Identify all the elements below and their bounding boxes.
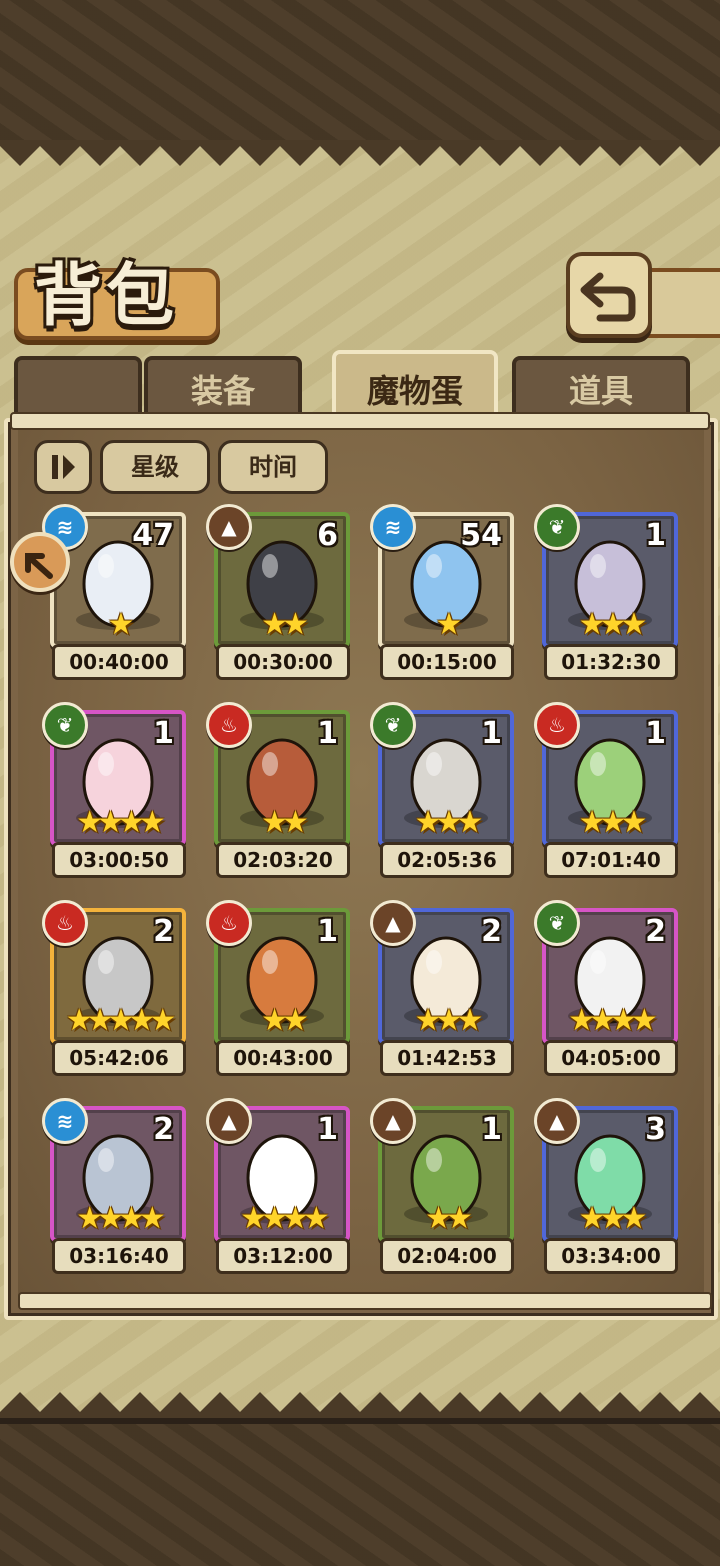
star-rating: ★★ <box>261 607 309 642</box>
egg-count: 2 <box>645 914 666 949</box>
hatch-timer: 02:04:00 <box>380 1238 514 1274</box>
egg-count: 2 <box>153 914 174 949</box>
star-rating: ★★★★ <box>240 1201 330 1236</box>
hatch-timer: 02:05:36 <box>380 842 514 878</box>
water-element-icon: ≋ <box>42 1098 88 1144</box>
star-rating: ★★ <box>425 1201 473 1236</box>
frame-top-rail <box>10 412 710 430</box>
sort-order-toggle[interactable] <box>34 440 92 494</box>
egg-count: 47 <box>132 518 174 553</box>
sort-by-star-label: 星级 <box>131 453 179 481</box>
star-rating: ★★★ <box>578 1201 648 1236</box>
hatch-timer: 00:43:00 <box>216 1040 350 1076</box>
egg-count: 6 <box>317 518 338 553</box>
tab-equipment-label: 装备 <box>190 372 255 410</box>
star-rating: ★★★ <box>414 805 484 840</box>
earth-element-icon: ▲ <box>370 900 416 946</box>
leaf-element-icon: ❦ <box>42 702 88 748</box>
star-rating: ★★★★ <box>76 1201 166 1236</box>
hatch-timer: 04:05:00 <box>544 1040 678 1076</box>
side-collapse-button[interactable] <box>10 532 70 592</box>
egg-count: 1 <box>153 716 174 751</box>
hatch-timer: 00:30:00 <box>216 644 350 680</box>
egg-count: 2 <box>481 914 502 949</box>
hatch-timer: 03:00:50 <box>52 842 186 878</box>
earth-element-icon: ▲ <box>206 1098 252 1144</box>
tab-items-label: 道具 <box>568 372 633 410</box>
hatch-timer: 03:16:40 <box>52 1238 186 1274</box>
top-zigzag-edge <box>0 140 720 166</box>
hatch-timer: 01:32:30 <box>544 644 678 680</box>
fire-element-icon: ♨ <box>534 702 580 748</box>
leaf-element-icon: ❦ <box>534 900 580 946</box>
back-arrow-icon <box>580 272 636 322</box>
hatch-timer: 03:12:00 <box>216 1238 350 1274</box>
collapse-arrow-icon <box>25 553 53 579</box>
leaf-element-icon: ❦ <box>534 504 580 550</box>
egg-count: 2 <box>153 1112 174 1147</box>
bottom-zigzag-edge <box>0 1392 720 1418</box>
star-rating: ★★ <box>261 805 309 840</box>
hatch-timer: 01:42:53 <box>380 1040 514 1076</box>
back-button-rail <box>640 268 720 338</box>
earth-element-icon: ▲ <box>534 1098 580 1144</box>
star-rating: ★ <box>107 607 135 642</box>
egg-count: 1 <box>481 1112 502 1147</box>
egg-count: 1 <box>481 716 502 751</box>
fire-element-icon: ♨ <box>42 900 88 946</box>
egg-count: 1 <box>645 716 666 751</box>
star-rating: ★★★★ <box>76 805 166 840</box>
sort-by-star-button[interactable]: 星级 <box>100 440 210 494</box>
frame-bottom-rail <box>18 1292 712 1310</box>
hatch-timer: 02:03:20 <box>216 842 350 878</box>
fire-element-icon: ♨ <box>206 900 252 946</box>
fire-element-icon: ♨ <box>206 702 252 748</box>
star-rating: ★★★★ <box>568 1003 658 1038</box>
egg-count: 1 <box>317 716 338 751</box>
hatch-timer: 00:40:00 <box>52 644 186 680</box>
leaf-element-icon: ❦ <box>370 702 416 748</box>
star-rating: ★★★ <box>414 1003 484 1038</box>
star-rating: ★ <box>435 607 463 642</box>
hatch-timer: 00:15:00 <box>380 644 514 680</box>
egg-count: 54 <box>460 518 502 553</box>
earth-element-icon: ▲ <box>206 504 252 550</box>
sort-order-icon <box>52 455 75 479</box>
hatch-timer: 05:42:06 <box>52 1040 186 1076</box>
star-rating: ★★★ <box>578 805 648 840</box>
bottom-map-band <box>0 1418 720 1566</box>
egg-count: 3 <box>645 1112 666 1147</box>
sort-by-time-button[interactable]: 时间 <box>218 440 328 494</box>
hatch-timer: 07:01:40 <box>544 842 678 878</box>
star-rating: ★★★★★ <box>65 1003 176 1038</box>
water-element-icon: ≋ <box>370 504 416 550</box>
tab-monster-eggs-label: 魔物蛋 <box>366 372 463 410</box>
top-map-band <box>0 0 720 146</box>
sort-by-time-label: 时间 <box>249 453 297 481</box>
egg-count: 1 <box>317 914 338 949</box>
page-title: 背包 <box>34 256 179 336</box>
star-rating: ★★ <box>261 1003 309 1038</box>
egg-count: 1 <box>317 1112 338 1147</box>
hatch-timer: 03:34:00 <box>544 1238 678 1274</box>
egg-count: 1 <box>645 518 666 553</box>
back-button[interactable] <box>566 252 652 338</box>
earth-element-icon: ▲ <box>370 1098 416 1144</box>
star-rating: ★★★ <box>578 607 648 642</box>
